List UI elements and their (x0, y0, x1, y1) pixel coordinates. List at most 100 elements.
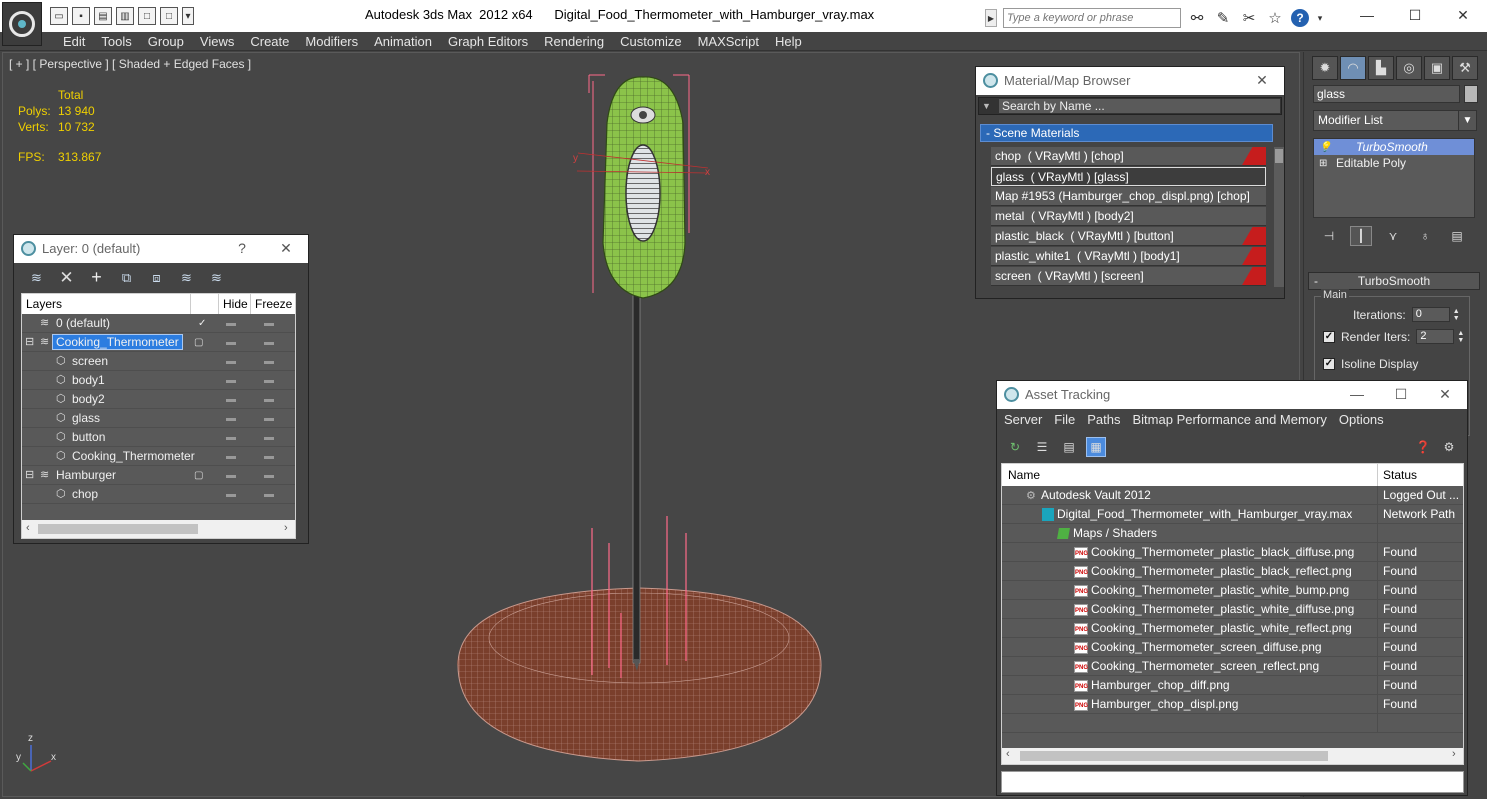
menu-server[interactable]: Server (1004, 411, 1042, 431)
modifier-list-dropdown[interactable]: Modifier List ▼ (1313, 110, 1477, 131)
hold-icon[interactable]: ▤ (94, 7, 112, 25)
menu-paths[interactable]: Paths (1087, 411, 1120, 431)
material-item[interactable]: Map #1953 (Hamburger_chop_displ.png) [ch… (991, 187, 1266, 206)
project-folder-icon[interactable]: □ (160, 7, 178, 25)
collapse-icon[interactable]: ⊟ (25, 466, 34, 485)
hide-toggle[interactable]: ▬ (226, 352, 236, 371)
menu-options[interactable]: Options (1339, 411, 1384, 431)
scene-materials-group[interactable]: - Scene Materials (980, 124, 1273, 142)
pin-stack-icon[interactable]: ⊣ (1318, 226, 1340, 246)
layer-row[interactable]: ⊟ ≋ Cooking_Thermometer ▢ ▬ ▬ (22, 333, 295, 352)
set-current-box-icon[interactable]: ▢ (194, 333, 203, 352)
subscription-icon[interactable]: ✎ (1213, 8, 1233, 28)
active-layer-check-icon[interactable]: ✓ (198, 314, 206, 333)
binoculars-icon[interactable]: ⚯ (1187, 8, 1207, 28)
menu-animation[interactable]: Animation (366, 33, 440, 50)
asset-row[interactable]: ⚙ Autodesk Vault 2012 Logged Out ... (1002, 486, 1463, 505)
stack-item-turbosmooth[interactable]: 💡 TurboSmooth (1314, 139, 1474, 155)
material-item[interactable]: metal ( VRayMtl ) [body2] (991, 207, 1266, 226)
name-column-header[interactable]: Name (1008, 468, 1040, 482)
configure-sets-icon[interactable]: ▤ (1446, 226, 1468, 246)
hide-toggle[interactable]: ▬ (226, 466, 236, 485)
material-item[interactable]: plastic_black ( VRayMtl ) [button] (991, 227, 1266, 246)
layers-column-header[interactable]: Layers (26, 297, 62, 311)
set-current-box-icon[interactable]: ▢ (194, 466, 203, 485)
freeze-toggle[interactable]: ▬ (264, 428, 274, 447)
new-scene-icon[interactable]: □ (138, 7, 156, 25)
isoline-checkbox[interactable]: ✓ (1323, 358, 1335, 370)
fetch-icon[interactable]: ▥ (116, 7, 134, 25)
viewport-label[interactable]: [ + ] [ Perspective ] [ Shaded + Edged F… (9, 57, 251, 71)
menu-tools[interactable]: Tools (93, 33, 139, 50)
keyword-search-input[interactable] (1003, 8, 1181, 28)
expand-plus-icon[interactable]: ⊞ (1319, 156, 1327, 172)
list-view-icon[interactable]: ☰ (1032, 437, 1052, 457)
freeze-toggle[interactable]: ▬ (264, 314, 274, 333)
asset-row[interactable]: PNG Cooking_Thermometer_screen_reflect.pn… (1002, 657, 1463, 676)
material-item[interactable]: glass ( VRayMtl ) [glass] (991, 167, 1266, 186)
hide-all-icon[interactable]: ≋ (176, 267, 197, 288)
scrollbar-thumb[interactable] (38, 524, 198, 534)
freeze-toggle[interactable]: ▬ (264, 485, 274, 504)
menu-bitmap-performance[interactable]: Bitmap Performance and Memory (1133, 411, 1327, 431)
layer-row[interactable]: ⊟ ≋ Hamburger ▢ ▬ ▬ (22, 466, 295, 485)
hide-column-header[interactable]: Hide (223, 297, 248, 311)
freeze-toggle[interactable]: ▬ (264, 390, 274, 409)
menu-file[interactable]: File (1054, 411, 1075, 431)
horizontal-scrollbar[interactable]: ‹ › (1002, 748, 1463, 764)
hide-toggle[interactable]: ▬ (226, 428, 236, 447)
hide-toggle[interactable]: ▬ (226, 333, 236, 352)
scrollbar-thumb[interactable] (1275, 149, 1283, 163)
rollout-header[interactable]: - TurboSmooth (1308, 272, 1480, 290)
bulb-icon[interactable]: 💡 (1319, 140, 1331, 156)
scroll-right-icon[interactable]: › (284, 522, 288, 534)
minimize-button[interactable]: — (1343, 0, 1391, 30)
menu-group[interactable]: Group (140, 33, 192, 50)
delete-layer-icon[interactable]: ✕ (56, 267, 77, 288)
layer-window-titlebar[interactable]: Layer: 0 (default) ? ✕ (14, 235, 308, 263)
material-item[interactable]: chop ( VRayMtl ) [chop] (991, 147, 1266, 166)
help-dropdown-icon[interactable]: ▾ (1315, 8, 1325, 28)
status-column-header[interactable]: Status (1383, 468, 1417, 482)
communication-center-icon[interactable]: ✂ (1239, 8, 1259, 28)
object-row[interactable]: ⬡ body1 ▬ ▬ (22, 371, 295, 390)
show-end-result-icon[interactable]: ┃ (1350, 226, 1372, 246)
hide-toggle[interactable]: ▬ (226, 409, 236, 428)
asset-row[interactable]: PNG Hamburger_chop_diff.png Found (1002, 676, 1463, 695)
close-button[interactable]: ✕ (264, 235, 308, 261)
object-row[interactable]: ⬡ button ▬ ▬ (22, 428, 295, 447)
search-expand-icon[interactable]: ▶ (985, 9, 997, 27)
render-iters-checkbox[interactable]: ✓ (1323, 330, 1335, 343)
options-dropdown-icon[interactable]: ▼ (982, 101, 991, 111)
menu-help[interactable]: Help (767, 33, 810, 50)
search-by-name-input[interactable]: Search by Name ... (999, 99, 1280, 113)
stack-item-editable-poly[interactable]: ⊞ Editable Poly (1314, 155, 1474, 171)
help-query-icon[interactable]: ❓ (1413, 437, 1433, 457)
maximize-button[interactable]: ☐ (1391, 0, 1439, 30)
menu-edit[interactable]: Edit (55, 33, 93, 50)
menu-customize[interactable]: Customize (612, 33, 689, 50)
object-name-field[interactable] (1313, 85, 1460, 103)
asset-path-field[interactable] (1001, 771, 1464, 793)
object-color-swatch[interactable] (1464, 85, 1478, 103)
hide-toggle[interactable]: ▬ (226, 485, 236, 504)
help-icon[interactable]: ? (1291, 9, 1309, 27)
layer-row[interactable]: ≋ 0 (default) ✓ ▬ ▬ (22, 314, 295, 333)
asset-row[interactable]: PNG Cooking_Thermometer_plastic_black_ref… (1002, 562, 1463, 581)
menu-graph-editors[interactable]: Graph Editors (440, 33, 536, 50)
spinner-arrows-icon[interactable]: ▲ ▼ (1453, 308, 1460, 322)
asset-row[interactable]: PNG Cooking_Thermometer_screen_diffuse.pn… (1002, 638, 1463, 657)
asset-row[interactable]: PNG Hamburger_chop_displ.png Found (1002, 695, 1463, 714)
asset-row[interactable]: PNG Cooking_Thermometer_plastic_white_bum… (1002, 581, 1463, 600)
table-view-icon[interactable]: ▦ (1086, 437, 1106, 457)
iterations-spinner[interactable]: 0 (1411, 307, 1450, 322)
freeze-toggle[interactable]: ▬ (264, 447, 274, 466)
scroll-left-icon[interactable]: ‹ (26, 522, 30, 534)
object-row[interactable]: ⬡ screen ▬ ▬ (22, 352, 295, 371)
material-item[interactable]: screen ( VRayMtl ) [screen] (991, 267, 1266, 286)
material-browser-titlebar[interactable]: Material/Map Browser ✕ (976, 67, 1284, 95)
freeze-column-header[interactable]: Freeze (255, 297, 292, 311)
scrollbar-thumb[interactable] (1020, 751, 1328, 761)
refresh-icon[interactable]: ↻ (1005, 437, 1025, 457)
render-iters-spinner[interactable]: 2 (1416, 329, 1455, 344)
